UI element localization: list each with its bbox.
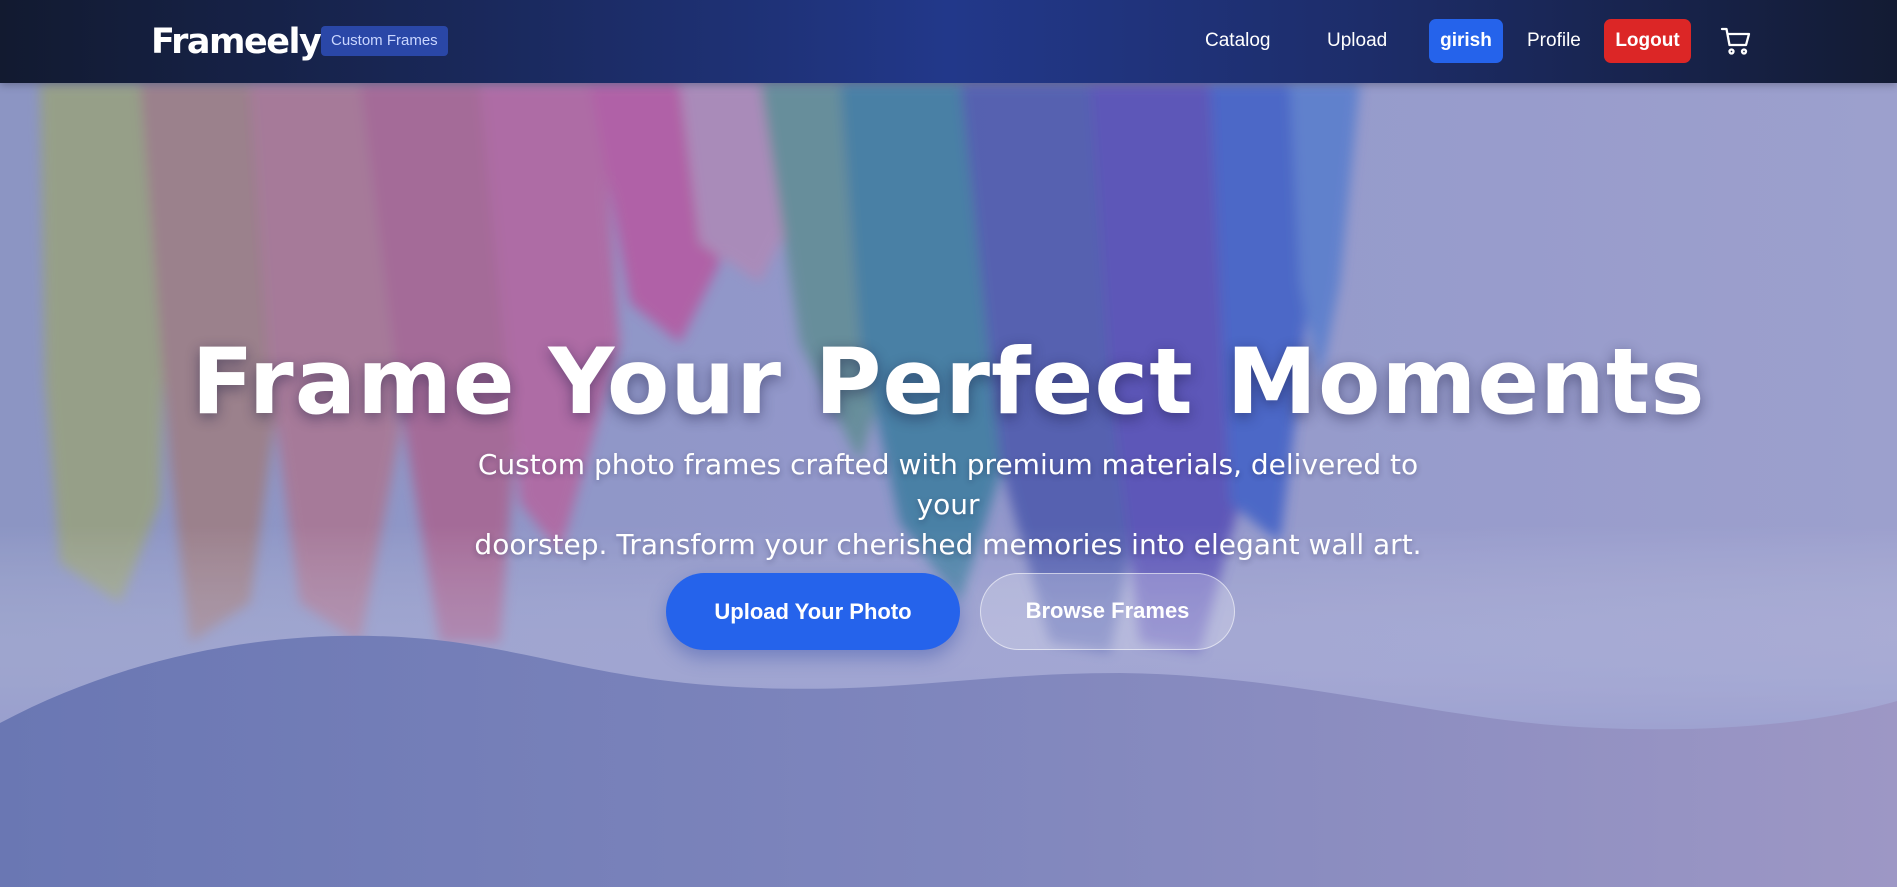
top-navbar: Frameely Custom Frames Catalog Upload gi… <box>0 0 1897 83</box>
hero-title: Frame Your Perfect Moments <box>191 330 1706 435</box>
brand-badge: Custom Frames <box>321 26 448 56</box>
hero-subtitle-line1: Custom photo frames crafted with premium… <box>477 448 1419 521</box>
home-page: Frameely Custom Frames Catalog Upload gi… <box>0 0 1897 887</box>
upload-photo-button[interactable]: Upload Your Photo <box>666 573 960 650</box>
nav-profile-link[interactable]: Profile <box>1527 25 1581 57</box>
user-button[interactable]: girish <box>1429 19 1503 63</box>
logout-button[interactable]: Logout <box>1604 19 1691 63</box>
nav-upload-link[interactable]: Upload <box>1327 25 1387 57</box>
hero-subtitle-line2: doorstep. Transform your cherished memor… <box>474 528 1422 561</box>
hero-section: Frame Your Perfect Moments Custom photo … <box>0 83 1897 887</box>
hero-subtitle: Custom photo frames crafted with premium… <box>448 445 1448 565</box>
nav-catalog-link[interactable]: Catalog <box>1205 25 1271 57</box>
shopping-cart-icon[interactable] <box>1720 25 1752 57</box>
browse-frames-button[interactable]: Browse Frames <box>980 573 1235 650</box>
brand-logo[interactable]: Frameely <box>151 22 322 62</box>
